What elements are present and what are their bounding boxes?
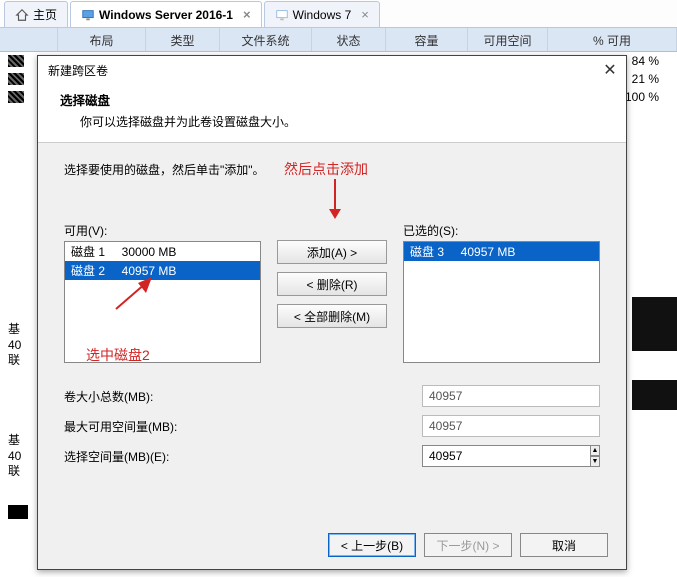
pct-cell: 21 % [632,72,659,86]
dialog-titlebar[interactable]: 新建跨区卷 ✕ [38,56,626,84]
monitor-icon [81,8,95,22]
select-size-input[interactable] [422,445,591,467]
back-button[interactable]: < 上一步(B) [328,533,416,557]
section-subtitle: 你可以选择磁盘并为此卷设置磁盘大小。 [80,113,604,130]
dialog-body: 选择要使用的磁盘，然后单击"添加"。 然后点击添加 可用(V): 磁盘 1 30… [38,143,626,521]
list-item[interactable]: 磁盘 2 40957 MB [65,261,260,280]
total-size-label: 卷大小总数(MB): [64,388,422,405]
volume-icon [8,73,24,85]
bg-disk-strip [632,297,677,351]
wizard-dialog: 新建跨区卷 ✕ 选择磁盘 你可以选择磁盘并为此卷设置磁盘大小。 选择要使用的磁盘… [37,55,627,570]
pct-cell: 100 % [625,90,659,104]
window-root: 主页 Windows Server 2016-1 × Windows 7 × 布… [0,0,677,577]
col[interactable]: % 可用 [548,28,677,51]
column-header-row: 布局 类型 文件系统 状态 容量 可用空间 % 可用 [0,28,677,52]
max-size-value: 40957 [422,415,600,437]
list-item[interactable]: 磁盘 3 40957 MB [404,242,599,261]
col[interactable]: 可用空间 [468,28,548,51]
selected-label: 已选的(S): [403,222,600,239]
tabs-bar: 主页 Windows Server 2016-1 × Windows 7 × [0,0,677,28]
legend-swatch [8,505,28,519]
close-icon[interactable]: × [361,8,369,21]
hint-text: 选择要使用的磁盘，然后单击"添加"。 [64,161,600,178]
col[interactable]: 类型 [146,28,220,51]
spin-up-icon[interactable]: ▲ [591,445,600,456]
volume-icon [8,91,24,103]
cancel-button[interactable]: 取消 [520,533,608,557]
home-icon [15,8,29,22]
dialog-title: 新建跨区卷 [48,62,108,79]
max-size-label: 最大可用空间量(MB): [64,418,422,435]
total-size-value: 40957 [422,385,600,407]
tab-home[interactable]: 主页 [4,1,68,27]
section-title: 选择磁盘 [60,90,604,109]
col[interactable]: 布局 [58,28,146,51]
bg-disk-strip [632,380,677,410]
available-label: 可用(V): [64,222,261,239]
close-icon[interactable]: × [243,8,251,21]
selected-listbox[interactable]: 磁盘 3 40957 MB [403,241,600,363]
tab-label: Windows Server 2016-1 [99,8,233,22]
bg-disk-label: 基 40 联 [8,433,34,480]
arrow-down-icon [326,177,344,219]
tab-win7[interactable]: Windows 7 × [264,1,380,27]
next-button[interactable]: 下一步(N) > [424,533,512,557]
col[interactable]: 容量 [386,28,468,51]
tab-server[interactable]: Windows Server 2016-1 × [70,1,262,27]
list-item[interactable]: 磁盘 1 30000 MB [65,242,260,261]
dialog-header: 选择磁盘 你可以选择磁盘并为此卷设置磁盘大小。 [38,84,626,143]
tab-label: Windows 7 [293,8,352,22]
col[interactable] [0,28,58,51]
add-button[interactable]: 添加(A) > [277,240,387,264]
select-size-label: 选择空间量(MB)(E): [64,448,422,465]
bg-disk-label: 基 40 联 [8,322,34,369]
tab-label: 主页 [33,6,57,23]
close-icon[interactable]: ✕ [600,60,620,80]
available-listbox[interactable]: 磁盘 1 30000 MB 磁盘 2 40957 MB [64,241,261,363]
remove-button[interactable]: < 删除(R) [277,272,387,296]
dialog-footer: < 上一步(B) 下一步(N) > 取消 [38,521,626,569]
pct-cell: 84 % [632,54,659,68]
monitor-icon [275,8,289,22]
col[interactable]: 文件系统 [220,28,312,51]
spin-down-icon[interactable]: ▼ [591,456,600,467]
col[interactable]: 状态 [312,28,386,51]
volume-icon [8,55,24,67]
remove-all-button[interactable]: < 全部删除(M) [277,304,387,328]
